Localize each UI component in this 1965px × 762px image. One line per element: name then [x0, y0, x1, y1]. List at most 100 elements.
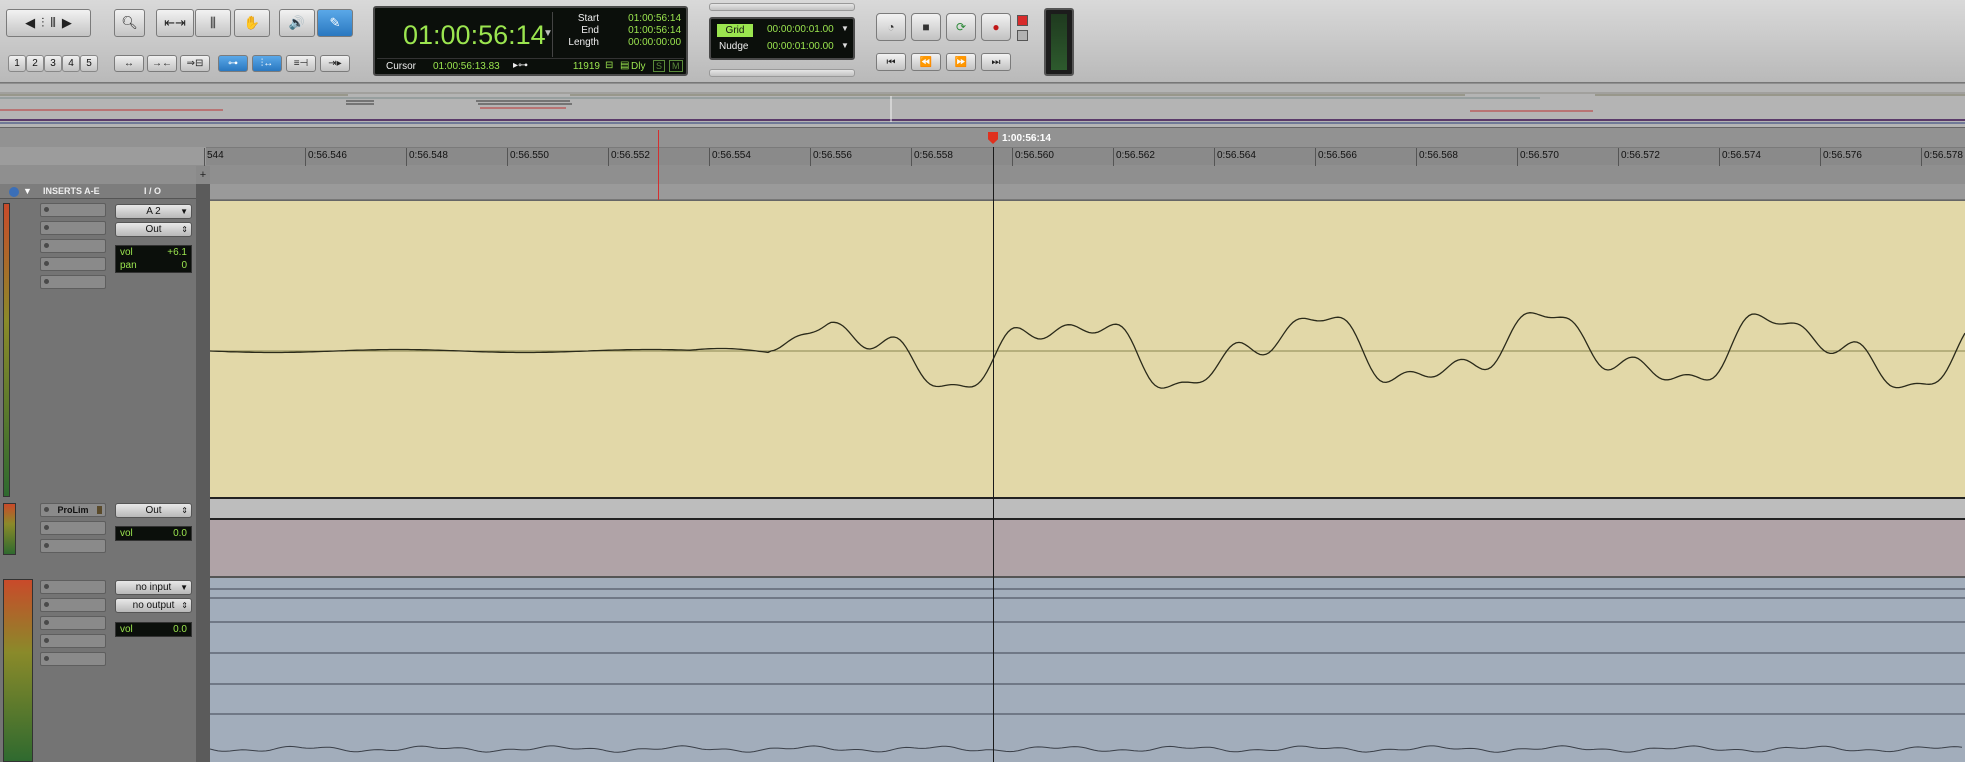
shuffle-mode-icon[interactable]: ↔ [114, 55, 144, 72]
column-menu-icon[interactable]: ▼ [23, 186, 32, 196]
length-value[interactable]: 00:00:00:00 [615, 37, 681, 48]
ruler-tick [1820, 148, 1821, 166]
playhead-marker-icon[interactable] [988, 132, 998, 144]
insert-slot-d[interactable] [40, 257, 106, 271]
insert-slot-prolim[interactable]: ProLim [40, 503, 106, 517]
zoom-preset-2[interactable]: 2 [26, 55, 44, 72]
audio-track-lane[interactable] [210, 200, 1965, 499]
ruler-ticks[interactable]: 544 0:56.546 0:56.548 0:56.550 0:56.552 0:56.… [204, 147, 1965, 166]
track-1-input[interactable]: A 2 ▼ [115, 204, 192, 219]
end-value[interactable]: 01:00:56:14 [615, 25, 681, 36]
session-overview[interactable] [0, 84, 1965, 128]
zoom-preset-3[interactable]: 3 [44, 55, 62, 72]
record-icon[interactable]: ● [981, 13, 1011, 41]
ruler-tick [1921, 148, 1922, 166]
link-icon[interactable]: ⊟ [605, 60, 613, 71]
selector-tool-icon[interactable]: ⫼ [195, 9, 231, 37]
ruler-tick-label: 0:56.556 [813, 150, 852, 161]
insert-dot-icon [44, 243, 49, 248]
insert-slot-a[interactable] [40, 203, 106, 217]
rewind-icon[interactable]: ⏪ [911, 53, 941, 71]
stop-icon[interactable]: ■ [911, 13, 941, 41]
track-2-output[interactable]: Out ⇕ [115, 503, 192, 518]
zoomer-tool-icon[interactable]: 🔍︎ [114, 9, 145, 37]
aux-track-lane[interactable] [210, 520, 1965, 578]
waveform-zoom-icon[interactable]: ⫶ [41, 15, 44, 31]
insert-slot-e3[interactable] [40, 652, 106, 666]
insert-slot-b2[interactable] [40, 521, 106, 535]
grid-mode-icon[interactable]: ⊶ [218, 55, 248, 72]
chevron-left-icon[interactable]: ◀ [25, 15, 35, 31]
link-selection-icon[interactable]: ≡⊣ [286, 55, 316, 72]
ruler-marker-row[interactable]: 1:00:56:14 [0, 128, 1965, 147]
ruler-tick [1214, 148, 1215, 166]
ruler-tick-label: 0:56.576 [1823, 150, 1862, 161]
vol-value[interactable]: 0.0 [173, 624, 187, 635]
input-monitor-indicator[interactable] [1017, 30, 1028, 41]
go-to-end-icon[interactable]: ⏭ [981, 53, 1011, 71]
ruler-tick [1719, 148, 1720, 166]
insert-slot-c2[interactable] [40, 539, 106, 553]
plugin-indicator [97, 506, 102, 514]
grid-button[interactable]: Grid [717, 24, 753, 37]
insert-slot-b3[interactable] [40, 598, 106, 612]
s-button[interactable]: S [653, 60, 666, 72]
insert-slot-c3[interactable] [40, 616, 106, 630]
add-icon[interactable]: + [196, 166, 210, 184]
insert-slot-a3[interactable] [40, 580, 106, 594]
track-2-vol-display[interactable]: vol 0.0 [115, 526, 192, 541]
io-column-header: I / O [144, 186, 162, 196]
m-button[interactable]: M [669, 60, 683, 72]
record-mode-indicator[interactable] [1017, 15, 1028, 26]
vol-value[interactable]: 0.0 [173, 528, 187, 539]
return-to-zero-icon[interactable]: ⏮ [876, 53, 906, 71]
insert-slot-b[interactable] [40, 221, 106, 235]
ruler-tick-label: 0:56.572 [1621, 150, 1660, 161]
pan-value[interactable]: 0 [181, 260, 187, 271]
ruler-tick [608, 148, 609, 166]
insert-dot-icon [44, 279, 49, 284]
scrubber-tool-icon[interactable]: 🔊 [279, 9, 315, 37]
pencil-tool-icon[interactable]: ✎ [317, 9, 353, 37]
nudge-dropdown-icon[interactable]: ▼ [841, 41, 849, 50]
zoom-preset-4[interactable]: 4 [62, 55, 80, 72]
zoom-preset-5[interactable]: 5 [80, 55, 98, 72]
main-counter-time[interactable]: 01:00:56:14 [403, 20, 546, 51]
aux-track-header-bar [210, 499, 1965, 520]
track-3-input[interactable]: no input ▼ [115, 580, 192, 595]
track-3-vol-display[interactable]: vol 0.0 [115, 622, 192, 637]
grid-dropdown-icon[interactable]: ▼ [841, 24, 849, 33]
track-1-vol-pan-display[interactable]: vol +6.1 pan 0 [115, 245, 192, 273]
insertion-follows-icon[interactable]: ⇥▸ [320, 55, 350, 72]
zoom-toggle-buttons[interactable]: ◀ ⫶ ⫴ ▶ [6, 9, 91, 37]
insert-slot-d3[interactable] [40, 634, 106, 648]
slip-mode-icon[interactable]: ⇒⊟ [180, 55, 210, 72]
delay-icon[interactable]: ▤ [620, 60, 629, 71]
grid-value[interactable]: 00:00:00:01.00 [767, 24, 834, 35]
pre-post-roll-icon[interactable]: ▸⊶ [513, 60, 528, 71]
track-3-output[interactable]: no output ⇕ [115, 598, 192, 613]
zoom-preset-1[interactable]: 1 [8, 55, 26, 72]
ruler-tick-label: 0:56.574 [1722, 150, 1761, 161]
tab-to-transient-icon[interactable]: ⫶↔ [252, 55, 282, 72]
delay-label: Dly [631, 61, 646, 72]
clock-icon[interactable] [9, 187, 19, 197]
zoom-icon[interactable]: ⫴ [50, 15, 55, 31]
vol-value[interactable]: +6.1 [167, 247, 187, 258]
output-label: Out [145, 224, 162, 235]
online-icon[interactable]: ◔ [876, 13, 906, 41]
insert-slot-c[interactable] [40, 239, 106, 253]
spot-mode-icon[interactable]: →← [147, 55, 177, 72]
master-meter-fill [1051, 14, 1067, 70]
loop-play-icon[interactable]: ⟳ [946, 13, 976, 41]
fast-forward-icon[interactable]: ⏩ [946, 53, 976, 71]
insert-slot-e[interactable] [40, 275, 106, 289]
timeline-ruler[interactable]: 1:00:56:14 544 0:56.546 0:56.548 0:56.550 0:… [0, 128, 1965, 166]
grabber-tool-icon[interactable]: ✋ [234, 9, 270, 37]
chevron-right-icon[interactable]: ▶ [62, 15, 72, 31]
track-1-output[interactable]: Out ⇕ [115, 222, 192, 237]
start-value[interactable]: 01:00:56:14 [615, 13, 681, 24]
master-track-lane[interactable] [210, 578, 1965, 762]
trim-tool-icon[interactable]: ⇤⇥ [156, 9, 194, 37]
nudge-value[interactable]: 00:00:01:00.00 [767, 41, 834, 52]
